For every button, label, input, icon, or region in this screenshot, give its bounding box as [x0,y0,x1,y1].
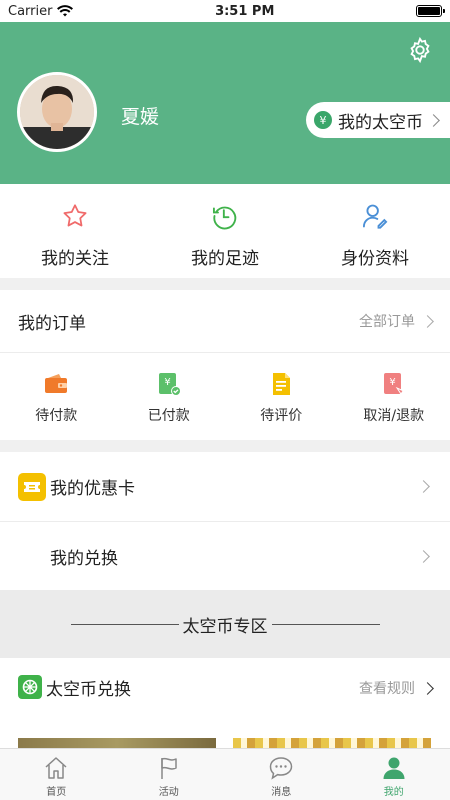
chevron-right-icon [421,314,434,328]
avatar[interactable] [17,72,97,152]
exchange-header: 太空币兑换 查看规则 [0,658,450,716]
chevron-right-icon [417,480,430,493]
order-status-paid[interactable]: ¥ 已付款 [113,353,226,440]
order-status-refund[interactable]: ¥ 取消/退款 [338,353,450,440]
product-thumbnail[interactable] [233,738,431,748]
redeem-label: 我的兑换 [50,548,118,569]
flag-icon [161,757,177,779]
divider-line [70,623,179,625]
exchange-icon [18,675,42,699]
chevron-right-icon [427,113,440,127]
tab-label: 我的 [383,787,404,798]
quick-links: 我的关注 我的足迹 身份资料 [0,184,450,278]
coupon-card-row[interactable]: 我的优惠卡 [0,452,450,521]
gear-icon[interactable] [406,36,434,64]
home-icon [45,757,67,779]
message-icon [269,757,293,780]
svg-text:¥: ¥ [389,377,395,388]
paid-yen-icon: ¥ [158,373,181,396]
refund-yen-icon: ¥ [383,373,406,395]
svg-text:¥: ¥ [164,377,170,388]
star-icon [63,204,87,227]
tab-label: 活动 [158,787,179,798]
order-status-label: 待付款 [35,408,78,424]
tab-mine[interactable]: 我的 [338,749,450,800]
coin-icon: ¥ [314,111,332,129]
all-orders-label: 全部订单 [359,314,415,330]
wifi-icon [57,5,74,17]
user-icon [383,757,405,779]
quick-link-history[interactable]: 我的足迹 [150,184,300,278]
my-space-coin-button[interactable]: ¥ 我的太空币 [306,102,450,138]
orders-header: 我的订单 全部订单 [0,290,450,353]
quick-link-label: 我的足迹 [191,249,259,269]
status-bar: Carrier 3:51 PM [0,0,450,22]
quick-link-follow[interactable]: 我的关注 [0,184,150,278]
quick-link-identity[interactable]: 身份资料 [300,184,450,278]
all-orders-link[interactable]: 全部订单 [359,311,434,331]
order-status-label: 已付款 [147,408,190,424]
review-doc-icon [273,373,291,395]
wallet-icon [45,374,68,393]
profile-header: 夏媛 ¥ 我的太空币 [0,22,450,184]
chevron-right-icon [417,550,430,563]
quick-link-label: 我的关注 [41,249,109,269]
orders-section: 我的订单 全部订单 待付款 ¥ 已付款 待评价 ¥ 取消/退款 [0,290,450,440]
cards-section: 我的优惠卡 我的兑换 [0,452,450,590]
ticket-icon [18,472,46,501]
tab-label: 首页 [46,787,67,798]
tab-label: 消息 [271,787,292,798]
exchange-title: 太空币兑换 [46,679,131,700]
divider-line [271,623,380,625]
carrier-label: Carrier [8,3,53,19]
tab-home[interactable]: 首页 [0,749,113,800]
quick-link-label: 身份资料 [341,249,409,269]
orders-title: 我的订单 [18,313,86,334]
view-rules-link[interactable]: 查看规则 [359,678,434,698]
username: 夏媛 [121,106,160,128]
order-status-pending-payment[interactable]: 待付款 [0,353,113,440]
order-status-label: 待评价 [260,408,303,424]
order-status-row: 待付款 ¥ 已付款 待评价 ¥ 取消/退款 [0,353,450,440]
product-thumbnail[interactable] [18,738,216,748]
user-edit-icon [362,204,388,229]
space-coin-zone-divider: 太空币专区 [0,590,450,658]
view-rules-label: 查看规则 [359,681,415,697]
chevron-right-icon [421,681,434,695]
tab-messages[interactable]: 消息 [225,749,338,800]
order-status-to-review[interactable]: 待评价 [225,353,338,440]
redeem-row[interactable]: 我的兑换 [0,521,450,590]
order-status-label: 取消/退款 [363,408,425,424]
my-space-coin-label: 我的太空币 [338,112,423,133]
coupon-card-label: 我的优惠卡 [50,479,135,499]
clock: 3:51 PM [215,3,275,19]
space-coin-exchange-section: 太空币兑换 查看规则 [0,658,450,748]
zone-title: 太空币专区 [182,616,268,637]
tab-activity[interactable]: 活动 [113,749,226,800]
tab-bar: 首页 活动 消息 我的 [0,748,450,800]
battery-icon [415,5,445,17]
history-clock-icon [212,206,237,230]
